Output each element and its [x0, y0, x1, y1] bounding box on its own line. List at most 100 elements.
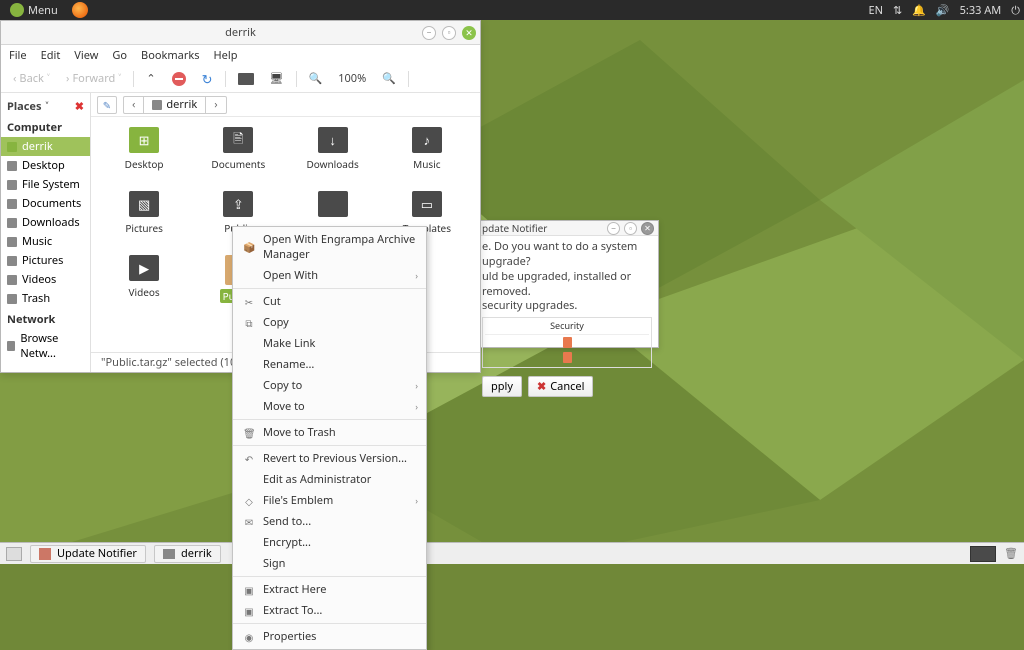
- folder-documents[interactable]: 🖹Documents: [191, 127, 285, 191]
- ctx-edit-as-admin[interactable]: Edit as Administrator: [233, 469, 426, 490]
- desktop-folder-icon: ⊞: [129, 127, 159, 153]
- show-desktop-button[interactable]: [6, 547, 22, 561]
- update-row[interactable]: [485, 335, 649, 350]
- fm-title: derrik: [225, 25, 256, 40]
- ctx-cut[interactable]: ✂Cut: [233, 291, 426, 312]
- home-button[interactable]: [234, 71, 258, 87]
- zoom-level[interactable]: 100%: [334, 69, 370, 88]
- apply-button[interactable]: pply: [482, 376, 522, 397]
- menu-file[interactable]: File: [9, 48, 27, 63]
- extract-icon: ▣: [243, 604, 255, 618]
- zoom-out-button[interactable]: 🔍: [305, 69, 327, 88]
- folder-icon: [7, 218, 17, 228]
- update-row[interactable]: [485, 350, 649, 365]
- sidebar-item-filesystem[interactable]: File System: [1, 175, 90, 194]
- menu-help[interactable]: Help: [214, 48, 238, 63]
- ctx-move-to-trash[interactable]: 🗑Move to Trash: [233, 422, 426, 443]
- sidebar-item-music[interactable]: Music: [1, 232, 90, 251]
- minimize-button[interactable]: ‒: [422, 26, 436, 40]
- back-button[interactable]: ‹Back ˅: [9, 69, 54, 88]
- folder-videos[interactable]: ▶Videos: [97, 255, 191, 319]
- ctx-emblem[interactable]: ◇File's Emblem›: [233, 490, 426, 511]
- computer-button[interactable]: 🖥: [266, 69, 288, 88]
- main-menu-button[interactable]: Menu: [4, 3, 64, 18]
- menu-edit[interactable]: Edit: [41, 48, 61, 63]
- firefox-launcher[interactable]: [72, 2, 88, 18]
- ctx-send-to[interactable]: ✉Send to...: [233, 511, 426, 532]
- power-icon[interactable]: ⏻: [1011, 3, 1020, 18]
- chevron-right-icon: ›: [415, 494, 418, 507]
- sidebar-item-browse-network[interactable]: Browse Netw...: [1, 329, 90, 363]
- sidebar-item-documents[interactable]: Documents: [1, 194, 90, 213]
- breadcrumb-current[interactable]: derrik: [144, 97, 206, 113]
- archive-icon: 📦: [243, 240, 255, 254]
- videos-folder-icon: ▶: [129, 255, 159, 281]
- minimize-button[interactable]: ‒: [607, 222, 620, 235]
- taskbar-file-manager[interactable]: derrik: [154, 545, 221, 563]
- folder-desktop[interactable]: ⊞Desktop: [97, 127, 191, 191]
- computer-section: Computer: [1, 116, 90, 137]
- close-button[interactable]: ✕: [641, 222, 654, 235]
- sidebar-item-downloads[interactable]: Downloads: [1, 213, 90, 232]
- ctx-encrypt[interactable]: Encrypt...: [233, 532, 426, 553]
- places-header[interactable]: Places ˅ ✖: [1, 97, 90, 116]
- sidebar-item-pictures[interactable]: Pictures: [1, 251, 90, 270]
- update-text-line: e. Do you want to do a system upgrade?: [482, 240, 652, 270]
- sidebar-item-trash[interactable]: Trash: [1, 289, 90, 308]
- close-sidebar-icon[interactable]: ✖: [75, 99, 84, 114]
- breadcrumb-back[interactable]: ‹: [124, 97, 144, 113]
- menu-go[interactable]: Go: [112, 48, 127, 63]
- ctx-copy[interactable]: ⧉Copy: [233, 312, 426, 333]
- up-button[interactable]: ⌃: [142, 69, 159, 88]
- cancel-button[interactable]: ✖Cancel: [528, 376, 593, 397]
- keyboard-indicator[interactable]: EN: [868, 3, 882, 18]
- sidebar-item-home[interactable]: derrik: [1, 137, 90, 156]
- workspace-switcher[interactable]: [970, 546, 996, 562]
- chevron-left-icon: ‹: [132, 97, 135, 112]
- menu-bookmarks[interactable]: Bookmarks: [141, 48, 199, 63]
- menu-view[interactable]: View: [74, 48, 98, 63]
- close-button[interactable]: ✕: [462, 26, 476, 40]
- top-panel: Menu EN ⇅ 🔔 🔊 5:33 AM ⏻: [0, 0, 1024, 20]
- ctx-open-with[interactable]: Open With›: [233, 265, 426, 286]
- ctx-properties[interactable]: ◉Properties: [233, 626, 426, 647]
- sidebar-item-videos[interactable]: Videos: [1, 270, 90, 289]
- ctx-extract-to[interactable]: ▣Extract To...: [233, 600, 426, 621]
- ctx-make-link[interactable]: Make Link: [233, 333, 426, 354]
- volume-icon[interactable]: 🔊: [936, 3, 950, 18]
- sidebar-item-desktop[interactable]: Desktop: [1, 156, 90, 175]
- forward-button[interactable]: ›Forward ˅: [62, 69, 125, 88]
- stop-icon: [172, 72, 186, 86]
- stop-button[interactable]: [168, 70, 190, 88]
- update-notifier-titlebar[interactable]: pdate Notifier ‒ ▫ ✕: [476, 221, 658, 236]
- ctx-separator: [233, 419, 426, 420]
- chevron-right-icon: ›: [214, 97, 217, 112]
- folder-downloads[interactable]: ↓Downloads: [286, 127, 380, 191]
- toolbar-separator: [408, 71, 409, 87]
- network-icon[interactable]: ⇅: [893, 3, 902, 18]
- clock[interactable]: 5:33 AM: [960, 3, 1002, 18]
- network-icon: [7, 341, 15, 351]
- taskbar-update-notifier[interactable]: Update Notifier: [30, 545, 146, 563]
- ctx-open-with-engrampa[interactable]: 📦Open With Engrampa Archive Manager: [233, 229, 426, 265]
- zoom-out-icon: 🔍: [309, 71, 323, 86]
- ctx-extract-here[interactable]: ▣Extract Here: [233, 579, 426, 600]
- zoom-in-button[interactable]: 🔍: [378, 69, 400, 88]
- main-menu-label: Menu: [28, 3, 58, 18]
- ctx-copy-to[interactable]: Copy to›: [233, 375, 426, 396]
- folder-pictures[interactable]: ▧Pictures: [97, 191, 191, 255]
- fm-titlebar[interactable]: derrik ‒ ▫ ✕: [1, 21, 480, 45]
- notification-icon[interactable]: 🔔: [912, 3, 926, 18]
- maximize-button[interactable]: ▫: [442, 26, 456, 40]
- folder-music[interactable]: ♪Music: [380, 127, 474, 191]
- breadcrumb-forward[interactable]: ›: [206, 97, 225, 113]
- ctx-revert[interactable]: ↶Revert to Previous Version...: [233, 448, 426, 469]
- folder-icon: [7, 161, 17, 171]
- reload-button[interactable]: ↻: [198, 68, 217, 90]
- ctx-rename[interactable]: Rename...: [233, 354, 426, 375]
- edit-path-button[interactable]: ✎: [97, 96, 117, 114]
- trash-applet[interactable]: 🗑: [1004, 546, 1018, 561]
- maximize-button[interactable]: ▫: [624, 222, 637, 235]
- ctx-move-to[interactable]: Move to›: [233, 396, 426, 417]
- folder-icon: [7, 256, 17, 266]
